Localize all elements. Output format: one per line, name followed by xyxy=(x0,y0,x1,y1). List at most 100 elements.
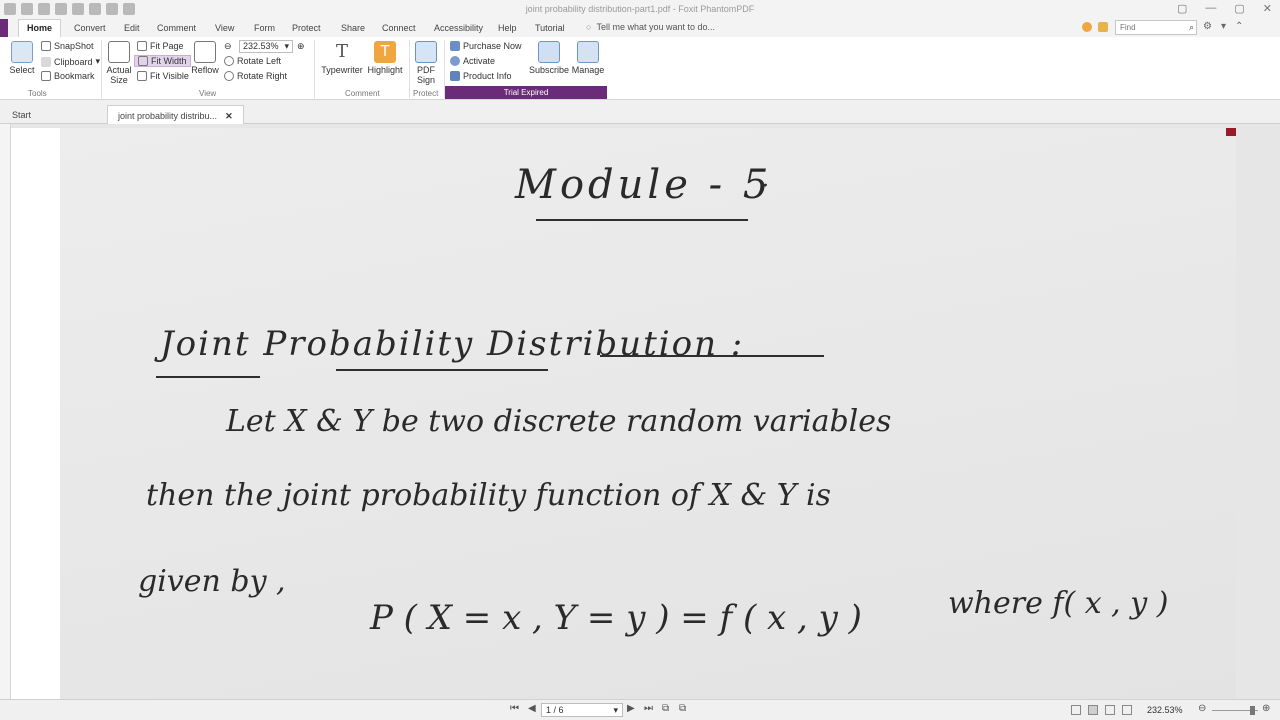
zoom-value: 232.53% xyxy=(243,41,279,51)
tab-edit[interactable]: Edit xyxy=(124,23,140,33)
tell-me-box[interactable]: ○ Tell me what you want to do... xyxy=(586,22,715,32)
find-input[interactable]: Find ⌕ xyxy=(1115,20,1197,35)
chevron-down-icon: ▾ xyxy=(95,56,101,66)
last-page-icon[interactable]: ⏭ xyxy=(644,703,653,714)
select-button[interactable]: Select xyxy=(9,41,35,75)
settings-icon[interactable]: ⚙ xyxy=(1203,21,1212,32)
text-line-1: Let X & Y be two discrete random variabl… xyxy=(226,404,892,439)
tab-view[interactable]: View xyxy=(215,23,234,33)
title-bar: joint probability distribution-part1.pdf… xyxy=(0,0,1280,19)
snapshot-button[interactable]: SnapShot xyxy=(41,41,94,51)
page-indicator: 1 / 6 xyxy=(546,705,564,715)
first-page-icon[interactable]: ⏮ xyxy=(510,703,519,714)
zoom-in-icon: ⊕ xyxy=(297,41,305,51)
file-tab[interactable] xyxy=(0,19,8,37)
tools-group-label: Tools xyxy=(28,89,47,98)
bookmark-icon xyxy=(41,71,51,81)
zoom-in-button[interactable]: ⊕ xyxy=(297,41,305,52)
highlight-label: Highlight xyxy=(367,65,403,75)
pdf-sign-button[interactable]: PDF Sign xyxy=(413,41,439,85)
status-zoom: 232.53% xyxy=(1147,705,1183,715)
fit-visible-button[interactable]: Fit Visible xyxy=(137,71,189,81)
subscribe-icon xyxy=(538,41,560,63)
tab-form[interactable]: Form xyxy=(254,23,275,33)
zoom-in-icon[interactable]: ⊕ xyxy=(1262,703,1270,714)
tab-tutorial[interactable]: Tutorial xyxy=(535,23,565,33)
continuous-facing-icon[interactable] xyxy=(1122,705,1132,715)
formula: P ( X = x , Y = y ) = f ( x , y ) xyxy=(370,598,862,638)
chevron-down-icon: ▾ xyxy=(613,705,618,715)
next-view-icon[interactable]: ⧉ xyxy=(679,703,686,714)
highlight-icon: T xyxy=(374,41,396,63)
window-controls: ▢ — ▢ ✕ xyxy=(1177,2,1272,15)
zoom-slider-handle[interactable] xyxy=(1250,706,1255,715)
zoom-out-button[interactable]: ⊖ xyxy=(224,41,232,52)
subscribe-button[interactable]: Subscribe xyxy=(529,41,569,75)
typewriter-button[interactable]: T Typewriter xyxy=(320,41,364,75)
close-button[interactable]: ✕ xyxy=(1263,2,1272,15)
tab-convert[interactable]: Convert xyxy=(74,23,106,33)
ribbon-separator xyxy=(409,40,410,98)
tab-start[interactable]: Start xyxy=(2,105,41,124)
tab-accessibility[interactable]: Accessibility xyxy=(434,23,483,33)
navigation-panel-strip[interactable] xyxy=(0,124,11,699)
fit-width-icon xyxy=(138,56,148,66)
fit-page-button[interactable]: Fit Page xyxy=(137,41,184,51)
view-group-label: View xyxy=(199,89,217,98)
bookmark-button[interactable]: Bookmark xyxy=(41,71,95,81)
product-info-button[interactable]: Product Info xyxy=(450,71,512,81)
fit-visible-icon xyxy=(137,71,147,81)
product-info-label: Product Info xyxy=(463,71,512,81)
facing-page-icon[interactable] xyxy=(1105,705,1115,715)
zoom-out-icon[interactable]: ⊖ xyxy=(1198,703,1206,714)
page-number-input[interactable]: 1 / 6 ▾ xyxy=(541,703,623,717)
zoom-out-icon: ⊖ xyxy=(224,41,232,51)
fit-width-button[interactable]: Fit Width xyxy=(134,55,191,67)
reflow-button[interactable]: Reflow xyxy=(190,41,220,75)
purchase-now-button[interactable]: Purchase Now xyxy=(450,41,522,51)
tab-home[interactable]: Home xyxy=(18,19,62,37)
minimize-button[interactable]: — xyxy=(1205,2,1216,15)
pen-icon xyxy=(415,41,437,63)
highlight-button[interactable]: T Highlight xyxy=(367,41,403,75)
activate-button[interactable]: Activate xyxy=(450,56,495,66)
lightbulb-icon: ○ xyxy=(586,22,592,32)
tell-me-text: Tell me what you want to do... xyxy=(596,22,715,32)
document-viewer[interactable]: Module - 5 · Joint Probability Distribut… xyxy=(0,124,1280,699)
close-tab-icon[interactable]: ✕ xyxy=(225,111,233,121)
subheading-underline-3 xyxy=(600,355,824,357)
restore-ribbon-button[interactable]: ▢ xyxy=(1177,2,1187,15)
next-page-icon[interactable]: ▶ xyxy=(627,703,635,714)
clipboard-button[interactable]: Clipboard ▾ xyxy=(41,56,100,67)
tab-comment[interactable]: Comment xyxy=(157,23,196,33)
previous-page-icon[interactable]: ◀ xyxy=(528,703,536,714)
tab-document[interactable]: joint probability distribu... ✕ xyxy=(107,105,244,124)
continuous-page-icon[interactable] xyxy=(1088,705,1098,715)
maximize-button[interactable]: ▢ xyxy=(1234,2,1244,15)
single-page-icon[interactable] xyxy=(1071,705,1081,715)
rotate-left-button[interactable]: Rotate Left xyxy=(224,56,281,66)
manage-button[interactable]: Manage xyxy=(570,41,606,75)
zoom-select[interactable]: 232.53% ▾ xyxy=(239,40,293,53)
rotate-right-button[interactable]: Rotate Right xyxy=(224,71,287,81)
previous-view-icon[interactable]: ⧉ xyxy=(662,703,669,714)
actual-size-label: Actual Size xyxy=(106,65,132,85)
tab-protect[interactable]: Protect xyxy=(292,23,321,33)
page-corner-mark xyxy=(1226,128,1236,136)
actual-size-button[interactable]: Actual Size xyxy=(105,41,133,85)
text-line-3-end: where f( x , y ) xyxy=(948,586,1169,621)
pdf-page[interactable]: Module - 5 · Joint Probability Distribut… xyxy=(60,128,1236,699)
chevron-down-icon[interactable]: ▾ xyxy=(1221,21,1226,32)
manage-label: Manage xyxy=(571,65,605,75)
reflow-icon xyxy=(194,41,216,63)
tab-help[interactable]: Help xyxy=(498,23,517,33)
text-line-3: given by , xyxy=(138,564,286,599)
chevron-down-icon: ▾ xyxy=(284,41,289,51)
tab-share[interactable]: Share xyxy=(341,23,365,33)
rotate-left-label: Rotate Left xyxy=(237,56,282,66)
folder-search-icon[interactable] xyxy=(1098,22,1108,32)
smiley-icon[interactable] xyxy=(1082,22,1092,32)
search-icon[interactable]: ⌕ xyxy=(1189,22,1194,33)
tab-connect[interactable]: Connect xyxy=(382,23,416,33)
collapse-ribbon-icon[interactable]: ⌃ xyxy=(1235,21,1243,32)
